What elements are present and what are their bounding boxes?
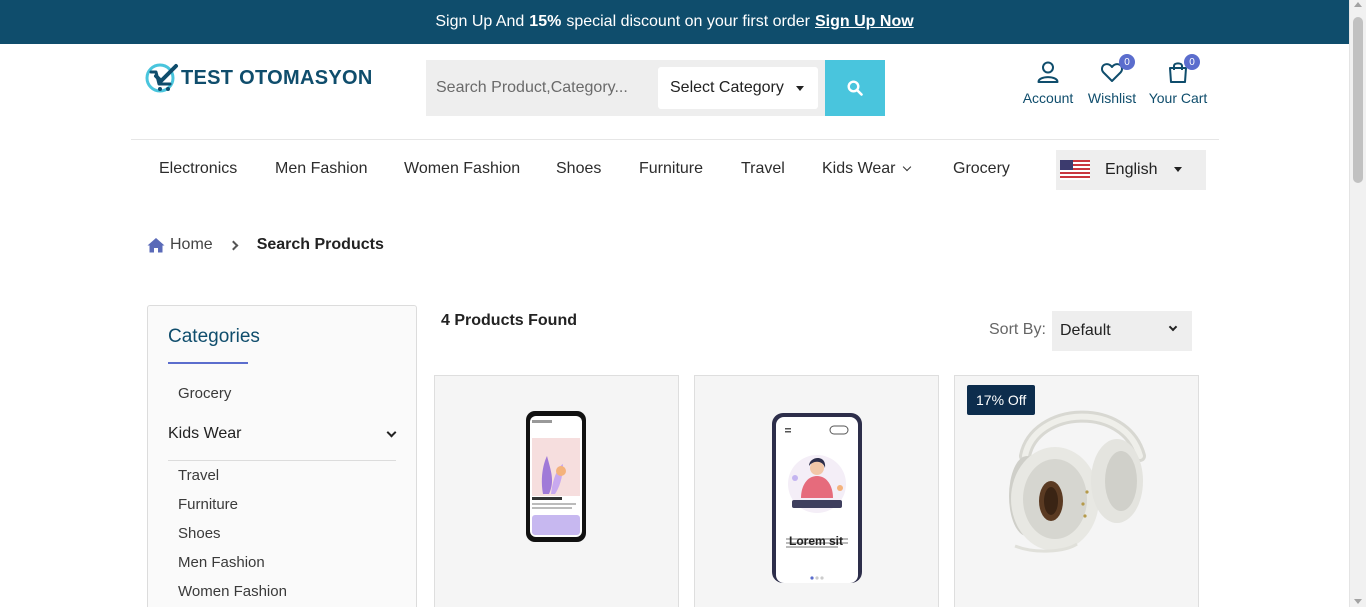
- chevron-down-icon: [386, 427, 397, 438]
- products-found-count: 4 Products Found: [441, 312, 577, 329]
- categories-sidebar: Categories Grocery Kids Wear Travel Furn…: [147, 305, 417, 607]
- sidebar-item-men-fashion[interactable]: Men Fashion: [178, 554, 265, 571]
- signup-link[interactable]: Sign Up Now: [815, 13, 914, 31]
- sidebar-item-kids-wear-label: Kids Wear: [168, 425, 242, 442]
- sidebar-item-travel[interactable]: Travel: [178, 467, 219, 484]
- scroll-thumb[interactable]: [1353, 17, 1363, 183]
- promo-prefix: Sign Up And: [435, 13, 525, 30]
- sidebar-title: Categories: [168, 326, 260, 347]
- nav-item-travel[interactable]: Travel: [741, 160, 785, 178]
- sidebar-divider: [168, 460, 396, 461]
- search-button[interactable]: [825, 60, 885, 116]
- breadcrumb-current: Search Products: [256, 236, 384, 253]
- wishlist-count-badge: 0: [1119, 54, 1135, 70]
- header-actions: Account 0 Wishlist 0 Your Cart: [1018, 54, 1210, 106]
- nav-item-kids-wear[interactable]: Kids Wear: [822, 160, 911, 178]
- wishlist-button[interactable]: 0 Wishlist: [1078, 54, 1146, 106]
- breadcrumb: Home Search Products: [147, 236, 384, 254]
- search-icon: [847, 80, 863, 96]
- header-divider: [131, 139, 1219, 140]
- site-logo[interactable]: TEST OTOMASYON: [145, 62, 373, 94]
- account-button[interactable]: Account: [1018, 60, 1078, 106]
- category-select[interactable]: Select Category: [658, 67, 818, 109]
- cart-count-badge: 0: [1184, 54, 1200, 70]
- user-icon: [1037, 61, 1059, 83]
- sidebar-title-underline: [168, 362, 248, 364]
- sidebar-item-shoes[interactable]: Shoes: [178, 525, 221, 542]
- cart-check-logo-icon: [145, 63, 178, 93]
- nav-item-women-fashion[interactable]: Women Fashion: [404, 160, 520, 178]
- cart-button[interactable]: 0 Your Cart: [1146, 54, 1210, 106]
- promo-bar: Sign Up And 15% special discount on your…: [0, 0, 1349, 44]
- cart-label: Your Cart: [1148, 90, 1208, 106]
- us-flag-icon: [1060, 160, 1090, 180]
- sidebar-item-furniture[interactable]: Furniture: [178, 496, 238, 513]
- product-card[interactable]: 17% Off: [954, 375, 1199, 607]
- discount-badge: 17% Off: [967, 385, 1036, 415]
- logo-text: TEST OTOMASYON: [181, 66, 373, 89]
- chevron-down-icon: [902, 162, 911, 172]
- product-image-phone: [526, 411, 586, 542]
- search-bar: Select Category: [426, 60, 885, 116]
- sidebar-item-women-fashion[interactable]: Women Fashion: [178, 583, 287, 600]
- home-icon: [147, 238, 165, 253]
- nav-item-shoes[interactable]: Shoes: [556, 160, 601, 178]
- promo-suffix: special discount on your first order: [566, 13, 810, 30]
- sidebar-item-kids-wear[interactable]: Kids Wear: [168, 425, 398, 443]
- language-select[interactable]: English: [1056, 150, 1206, 190]
- account-label: Account: [1022, 90, 1074, 106]
- nav-item-furniture[interactable]: Furniture: [639, 160, 703, 178]
- promo-discount: 15%: [529, 13, 562, 30]
- scroll-up-arrow-icon[interactable]: [1354, 2, 1362, 7]
- product-screen-text: Lorem sit: [789, 534, 844, 548]
- breadcrumb-home-label: Home: [170, 236, 213, 253]
- nav-item-kids-wear-label: Kids Wear: [822, 160, 896, 177]
- language-label: English: [1105, 161, 1158, 178]
- category-select-label: Select Category: [670, 79, 784, 96]
- sidebar-item-grocery[interactable]: Grocery: [178, 385, 231, 402]
- wishlist-label: Wishlist: [1087, 90, 1137, 106]
- product-card[interactable]: Lorem sit: [694, 375, 939, 607]
- nav-item-men-fashion[interactable]: Men Fashion: [275, 160, 368, 178]
- product-card[interactable]: [434, 375, 679, 607]
- product-image-phone: [772, 413, 862, 583]
- sort-by-label: Sort By:: [989, 321, 1046, 338]
- nav-item-grocery[interactable]: Grocery: [953, 160, 1010, 178]
- chevron-down-icon: [1168, 322, 1178, 332]
- page-scrollbar[interactable]: [1349, 0, 1366, 607]
- breadcrumb-home[interactable]: Home: [147, 236, 213, 254]
- scroll-down-arrow-icon[interactable]: [1354, 599, 1362, 604]
- nav-item-electronics[interactable]: Electronics: [159, 160, 237, 178]
- caret-down-icon: [796, 86, 804, 91]
- sort-select-value: Default: [1060, 322, 1111, 339]
- sort-select[interactable]: Default: [1052, 311, 1192, 351]
- search-input[interactable]: [426, 60, 656, 116]
- chevron-right-icon: [228, 240, 239, 250]
- caret-down-icon: [1174, 167, 1182, 172]
